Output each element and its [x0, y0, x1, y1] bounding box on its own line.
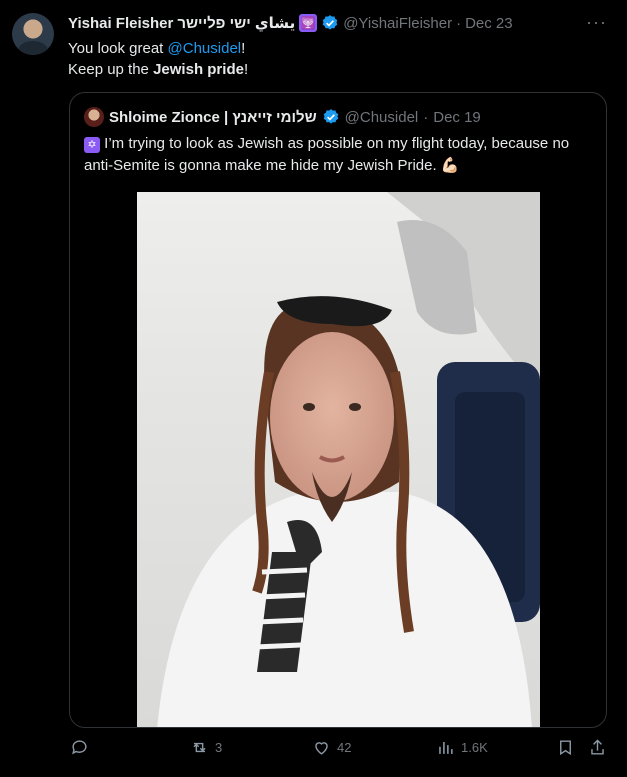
quoted-header: Shloime Zionce | שלומי זייאנץ @Chusidel …	[84, 107, 481, 127]
tweet-text-part: Keep up the	[68, 61, 154, 78]
separator-dot: ·	[423, 108, 429, 126]
quoted-avatar	[84, 107, 104, 127]
bookmark-icon	[560, 740, 571, 756]
mention-link[interactable]: @Chusidel	[168, 40, 242, 57]
tweet-text-part: !	[243, 61, 249, 78]
tweet-text-part: !	[241, 40, 246, 57]
tweet-text: You look great @Chusidel! Keep up the Je…	[68, 38, 248, 80]
like-icon	[315, 742, 328, 755]
quoted-photo[interactable]	[137, 192, 540, 727]
views-button[interactable]: 1.6K	[436, 738, 488, 757]
tweet-text-part: You look great	[68, 40, 168, 57]
tweet-header: Yishai Fleisher يشاي ישי פליישר 🕎 @Yisha…	[68, 12, 607, 34]
more-icon[interactable]: ···	[586, 12, 607, 33]
like-button[interactable]: 42	[312, 738, 351, 757]
retweet-button[interactable]: 3	[190, 738, 222, 757]
like-count: 42	[337, 740, 352, 755]
selfie-illustration	[157, 192, 540, 727]
share-button[interactable]	[588, 738, 607, 757]
views-icon	[439, 741, 453, 754]
star-of-david-emoji: ✡	[84, 137, 100, 153]
separator-dot: ·	[456, 14, 462, 32]
quoted-author-name: Shloime Zionce | שלומי זייאנץ	[109, 108, 317, 126]
tweet-date[interactable]: Dec 23	[465, 15, 513, 32]
tweet-text-bold: Jewish pride	[153, 61, 244, 78]
author-avatar[interactable]	[12, 13, 54, 55]
action-bar: 3 42 1.6K	[0, 738, 627, 768]
quoted-handle: @Chusidel	[344, 108, 419, 126]
retweet-icon	[193, 742, 206, 753]
menorah-emoji: 🕎	[299, 14, 318, 32]
author-name[interactable]: Yishai Fleisher	[68, 15, 173, 32]
retweet-count: 3	[215, 740, 223, 755]
quoted-text: ✡ I’m trying to look as Jewish as possib…	[84, 133, 599, 177]
share-icon	[591, 739, 604, 755]
reply-button[interactable]	[70, 738, 95, 757]
reply-icon	[72, 740, 87, 755]
bookmark-button[interactable]	[556, 738, 575, 757]
verified-icon	[322, 108, 340, 126]
quoted-date: Dec 19	[433, 108, 481, 126]
author-name-hebrew[interactable]: يشاي ישי פליישר	[177, 14, 295, 32]
author-handle[interactable]: @YishaiFleisher	[343, 15, 452, 32]
quoted-text-body: I’m trying to look as Jewish as possible…	[84, 135, 570, 174]
verified-icon[interactable]	[321, 14, 339, 32]
quoted-tweet[interactable]: Shloime Zionce | שלומי זייאנץ @Chusidel …	[69, 92, 607, 728]
views-count: 1.6K	[461, 740, 488, 755]
